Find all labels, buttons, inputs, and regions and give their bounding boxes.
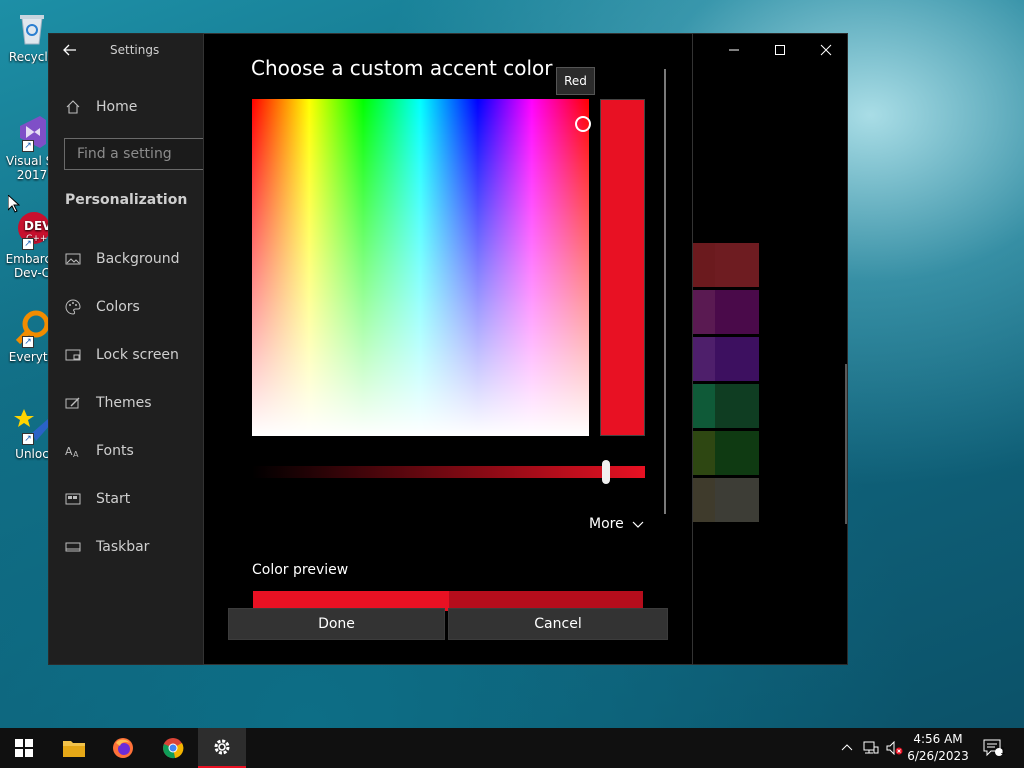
accent-swatch[interactable] xyxy=(715,384,759,428)
maximize-icon xyxy=(775,45,785,55)
file-explorer-icon xyxy=(63,741,85,757)
search-input[interactable] xyxy=(65,139,213,169)
more-button[interactable]: More xyxy=(589,516,644,532)
show-hidden-icons-button[interactable] xyxy=(838,728,856,768)
lock-screen-icon xyxy=(65,347,81,363)
nav-item-colors[interactable]: Colors xyxy=(65,295,140,319)
taskbar: 4:56 AM 6/26/2023 1 xyxy=(0,728,1024,768)
taskbar-clock[interactable]: 4:56 AM 6/26/2023 xyxy=(906,731,970,765)
nav-home[interactable]: Home xyxy=(65,95,137,119)
app-title: Settings xyxy=(110,43,160,57)
close-icon xyxy=(820,44,832,56)
nav-item-label: Taskbar xyxy=(96,539,150,555)
action-center-button[interactable]: 1 xyxy=(978,728,1008,768)
maximize-button[interactable] xyxy=(757,38,803,62)
notification-count: 1 xyxy=(1000,747,1006,757)
chrome-icon xyxy=(163,738,184,759)
accent-swatch[interactable] xyxy=(715,243,759,287)
selected-color-strip xyxy=(600,99,645,436)
cancel-button[interactable]: Cancel xyxy=(448,608,668,640)
nav-item-label: Colors xyxy=(96,299,140,315)
svg-text:A: A xyxy=(65,445,73,458)
start-button[interactable] xyxy=(0,728,48,768)
svg-text:A: A xyxy=(73,450,79,459)
color-spectrum[interactable] xyxy=(252,99,589,436)
taskbar-firefox[interactable] xyxy=(99,728,147,768)
picture-icon xyxy=(65,251,81,267)
nav-home-label: Home xyxy=(96,99,138,115)
taskbar-file-explorer[interactable] xyxy=(50,728,98,768)
accent-swatch[interactable] xyxy=(715,431,759,475)
nav-item-lock-screen[interactable]: Lock screen xyxy=(65,343,179,367)
volume-muted-icon xyxy=(886,741,903,755)
unlocker-icon: ↗ xyxy=(12,405,52,445)
network-icon xyxy=(863,741,879,754)
taskbar-settings[interactable] xyxy=(198,728,246,768)
everything-search-icon: ↗ xyxy=(12,308,52,348)
nav-item-label: Background xyxy=(96,251,180,267)
window-scrollbar[interactable] xyxy=(845,364,847,524)
color-name-tooltip: Red xyxy=(556,67,595,95)
search-box[interactable] xyxy=(64,138,214,170)
done-button[interactable]: Done xyxy=(228,608,445,640)
settings-gear-icon xyxy=(214,739,230,755)
dialog-title: Choose a custom accent color xyxy=(251,56,553,80)
nav-item-fonts[interactable]: AA Fonts xyxy=(65,439,134,463)
chevron-up-icon xyxy=(841,744,853,751)
windows-start-icon xyxy=(15,739,33,757)
nav-item-themes[interactable]: Themes xyxy=(65,391,152,415)
accent-swatch[interactable] xyxy=(715,290,759,334)
nav-item-label: Start xyxy=(96,491,131,507)
fonts-icon: AA xyxy=(65,443,81,459)
back-arrow-icon[interactable] xyxy=(63,42,81,60)
taskbar-chrome[interactable] xyxy=(149,728,197,768)
recycle-bin-icon xyxy=(12,8,52,48)
dialog-scrollbar[interactable] xyxy=(664,69,666,514)
network-tray-button[interactable] xyxy=(860,728,882,768)
more-label: More xyxy=(589,516,624,532)
nav-item-label: Themes xyxy=(96,395,152,411)
firefox-icon xyxy=(113,738,133,758)
volume-tray-button[interactable] xyxy=(884,728,906,768)
nav-item-label: Fonts xyxy=(96,443,134,459)
palette-icon xyxy=(65,299,81,315)
nav-item-taskbar[interactable]: Taskbar xyxy=(65,535,149,559)
nav-item-background[interactable]: Background xyxy=(65,247,180,271)
minimize-button[interactable] xyxy=(711,38,757,62)
settings-sidebar: Settings Home Personalization Background… xyxy=(49,34,214,664)
custom-color-dialog: Choose a custom accent color Red More Co… xyxy=(203,33,693,665)
chevron-down-icon xyxy=(632,521,644,528)
value-slider-track[interactable] xyxy=(252,466,645,478)
close-window-button[interactable] xyxy=(803,38,849,62)
nav-item-start[interactable]: Start xyxy=(65,487,130,511)
devcpp-icon: DEV C++ ↗ xyxy=(12,210,52,250)
accent-swatch[interactable] xyxy=(715,337,759,381)
clock-date: 6/26/2023 xyxy=(907,749,969,763)
start-icon xyxy=(65,491,81,507)
color-preview-label: Color preview xyxy=(252,562,349,578)
nav-item-label: Lock screen xyxy=(96,347,179,363)
home-icon xyxy=(65,99,81,115)
minimize-icon xyxy=(729,49,739,51)
accent-swatch[interactable] xyxy=(715,478,759,522)
themes-icon xyxy=(65,395,81,411)
color-picker-ring[interactable] xyxy=(575,116,591,132)
value-slider-thumb[interactable] xyxy=(601,460,610,484)
visual-studio-icon: ↗ xyxy=(12,112,52,152)
taskbar-icon xyxy=(65,539,81,555)
clock-time: 4:56 AM xyxy=(913,732,963,746)
mouse-cursor-icon xyxy=(8,195,20,213)
section-title: Personalization xyxy=(65,192,188,208)
